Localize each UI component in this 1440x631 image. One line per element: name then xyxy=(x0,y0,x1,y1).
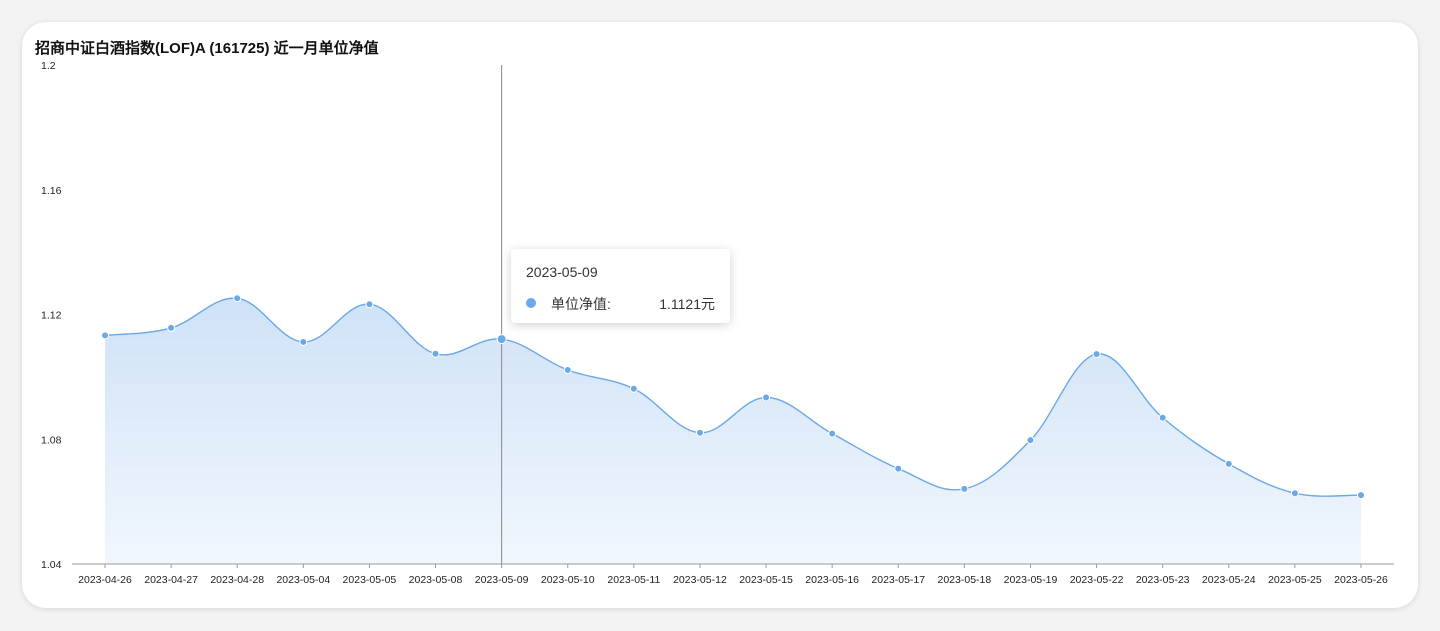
data-point[interactable] xyxy=(695,428,704,437)
x-tick-label: 2023-05-15 xyxy=(739,574,793,586)
tooltip-label: 单位净值: xyxy=(551,296,611,312)
x-tick-label: 2023-05-18 xyxy=(938,574,992,586)
x-tick-label: 2023-05-05 xyxy=(343,574,397,586)
x-tick-label: 2023-04-28 xyxy=(210,574,264,586)
y-axis: 1.04 1.08 1.12 1.16 1.2 xyxy=(41,60,62,571)
data-point[interactable] xyxy=(431,349,440,358)
x-axis-ticks xyxy=(104,564,1362,568)
data-point[interactable] xyxy=(1290,489,1299,498)
y-tick-label: 1.04 xyxy=(41,559,62,571)
x-tick-label: 2023-05-11 xyxy=(607,574,660,586)
data-point[interactable] xyxy=(629,384,638,393)
data-point[interactable] xyxy=(1357,491,1365,500)
data-point[interactable] xyxy=(828,429,837,438)
x-tick-label: 2023-05-22 xyxy=(1070,574,1124,586)
y-tick-label: 1.16 xyxy=(41,185,62,197)
x-axis: 2023-04-26 2023-04-27 2023-04-28 2023-05-04… xyxy=(78,574,1388,586)
data-point[interactable] xyxy=(960,484,969,493)
x-tick-label: 2023-05-26 xyxy=(1334,574,1388,586)
x-tick-label: 2023-05-19 xyxy=(1004,574,1058,586)
tooltip-value: 1.1121元 xyxy=(659,296,715,312)
data-point[interactable] xyxy=(299,337,308,346)
data-point[interactable] xyxy=(365,300,374,309)
data-point[interactable] xyxy=(894,464,903,473)
data-point[interactable] xyxy=(101,331,109,340)
data-point[interactable] xyxy=(762,393,771,402)
x-tick-label: 2023-05-25 xyxy=(1268,574,1322,586)
data-point[interactable] xyxy=(1224,459,1233,468)
area-fill xyxy=(105,298,1361,564)
x-tick-label: 2023-05-10 xyxy=(541,574,595,586)
y-tick-label: 1.08 xyxy=(41,434,62,446)
data-point[interactable] xyxy=(233,294,242,303)
x-tick-label: 2023-05-17 xyxy=(871,574,925,586)
x-tick-label: 2023-04-26 xyxy=(78,574,132,586)
x-tick-label: 2023-05-23 xyxy=(1136,574,1190,586)
data-point[interactable] xyxy=(167,323,176,332)
data-point[interactable] xyxy=(1158,413,1167,422)
x-tick-label: 2023-05-04 xyxy=(276,574,330,586)
data-point[interactable] xyxy=(496,334,507,345)
tooltip: 2023-05-09 单位净值: 1.1121元 xyxy=(511,249,730,323)
x-tick-label: 2023-05-12 xyxy=(673,574,727,586)
data-point[interactable] xyxy=(1092,350,1101,359)
tooltip-series-marker xyxy=(526,298,536,308)
x-tick-label: 2023-05-16 xyxy=(805,574,859,586)
chart-card: 招商中证白酒指数(LOF)A (161725) 近一月单位净值 1.04 1.08… xyxy=(22,22,1418,608)
data-point[interactable] xyxy=(563,366,572,375)
data-point[interactable] xyxy=(1026,436,1035,445)
x-tick-label: 2023-05-24 xyxy=(1202,574,1256,586)
x-tick-label: 2023-05-09 xyxy=(475,574,529,586)
x-tick-label: 2023-05-08 xyxy=(409,574,463,586)
y-tick-label: 1.12 xyxy=(41,310,62,322)
y-tick-label: 1.2 xyxy=(41,60,56,72)
x-tick-label: 2023-04-27 xyxy=(144,574,198,586)
tooltip-date: 2023-05-09 xyxy=(526,264,598,280)
